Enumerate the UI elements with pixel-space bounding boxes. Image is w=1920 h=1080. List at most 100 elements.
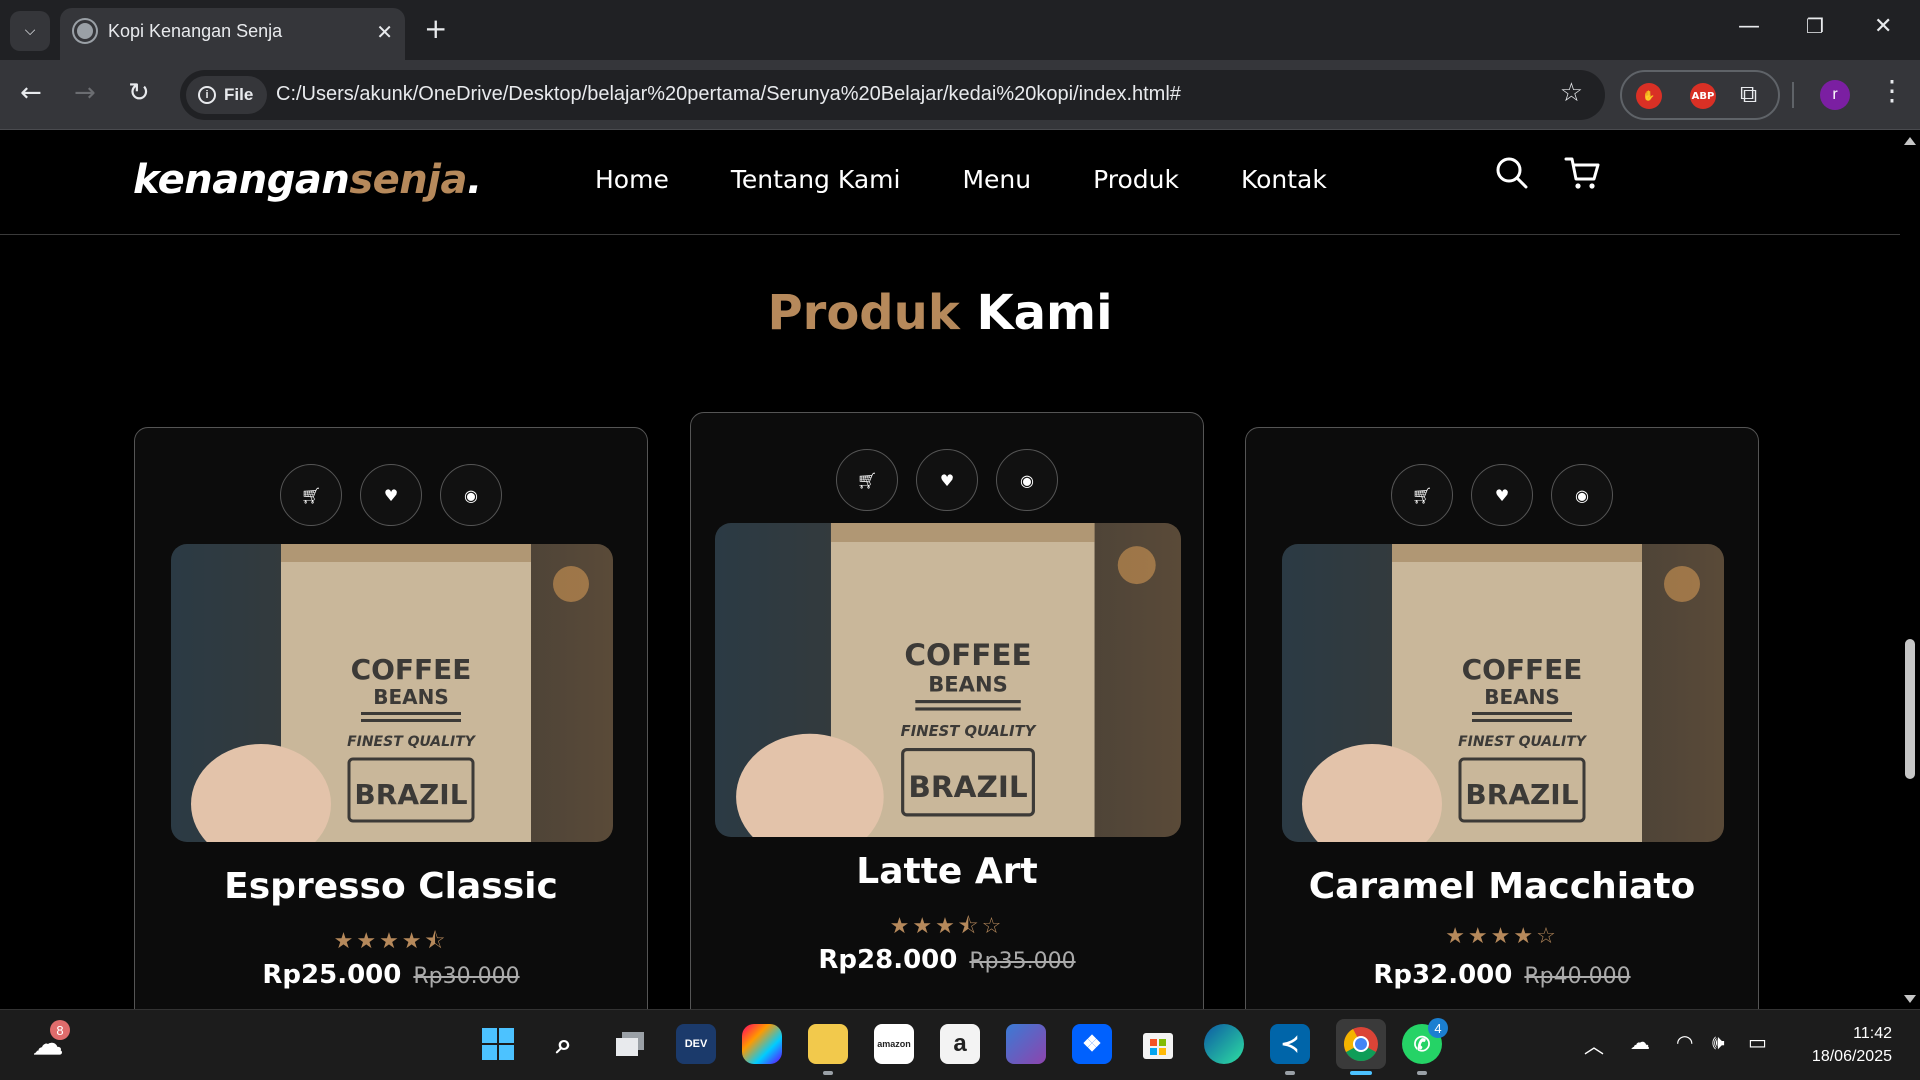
bag-label: COFFEE BEANS FINEST QUALITY BRAZIL (1458, 653, 1588, 823)
amazon-appstore-icon[interactable]: a (940, 1024, 980, 1064)
product-old-price: Rp35.000 (969, 949, 1076, 974)
wifi-icon[interactable]: ◠ (1676, 1030, 1693, 1054)
nav-link-kontak[interactable]: Kontak (1241, 165, 1327, 194)
nav-link-produk[interactable]: Produk (1093, 165, 1179, 194)
shopping-cart-icon[interactable] (1564, 155, 1602, 197)
onedrive-cloud-icon[interactable]: ☁ (1630, 1030, 1650, 1054)
add-to-cart-button[interactable]: 🛒︎ (1391, 464, 1453, 526)
quick-view-button[interactable]: ◉ (1551, 464, 1613, 526)
svg-text:COFFEE: COFFEE (351, 653, 472, 686)
system-clock[interactable]: 11:42 18/06/2025 (1786, 1022, 1892, 1068)
url-text[interactable]: C:/Users/akunk/OneDrive/Desktop/belajar%… (276, 83, 1181, 106)
adblock-plus-icon[interactable]: ABP (1690, 83, 1716, 109)
battery-icon[interactable]: ▭ (1748, 1030, 1767, 1054)
wishlist-button[interactable]: ♥ (360, 464, 422, 526)
scroll-down-arrow-icon[interactable] (1904, 995, 1916, 1003)
adblock-label: ABP (1691, 90, 1715, 102)
edge-icon[interactable] (1204, 1024, 1244, 1064)
info-icon: i (198, 86, 216, 104)
card-actions: 🛒︎ ♥ ◉ (691, 449, 1203, 511)
product-card: 🛒︎ ♥ ◉ COFFEE BEANS FINEST QUALITY BRAZI… (134, 427, 648, 1009)
running-indicator (1417, 1071, 1427, 1075)
product-name: Espresso Classic (224, 866, 558, 907)
product-prices: Rp32.000 Rp40.000 (1246, 960, 1758, 990)
dev-home-icon[interactable]: DEV (676, 1024, 716, 1064)
nav-link-menu[interactable]: Menu (962, 165, 1031, 194)
task-view-icon[interactable] (610, 1024, 650, 1064)
scroll-up-arrow-icon[interactable] (1904, 137, 1916, 145)
toolbar-divider (1792, 82, 1794, 108)
restore-button[interactable]: ❐ (1806, 14, 1824, 38)
back-icon[interactable]: ← (20, 78, 42, 108)
file-explorer-icon[interactable] (808, 1024, 848, 1064)
nav-link-tentang-kami[interactable]: Tentang Kami (731, 165, 901, 194)
bag-label: COFFEE BEANS FINEST QUALITY BRAZIL (347, 653, 477, 823)
product-image: COFFEE BEANS FINEST QUALITY BRAZIL (171, 544, 613, 842)
bookmark-star-icon[interactable]: ☆ (1560, 78, 1583, 108)
power-automate-icon[interactable] (1006, 1024, 1046, 1064)
site-info-chip[interactable]: i File (186, 76, 268, 114)
product-image: COFFEE BEANS FINEST QUALITY BRAZIL (715, 523, 1181, 837)
section-title-accent: Produk (767, 285, 960, 341)
reload-icon[interactable]: ↻ (128, 78, 150, 108)
windows-start-icon[interactable] (478, 1024, 518, 1064)
logo-main: kenangan (133, 157, 350, 203)
copilot-icon[interactable] (742, 1024, 782, 1064)
wishlist-button[interactable]: ♥ (1471, 464, 1533, 526)
active-tab[interactable]: Kopi Kenangan Senja ✕ (60, 8, 405, 60)
bag-label: COFFEE BEANS FINEST QUALITY BRAZIL (901, 638, 1037, 817)
site-logo[interactable]: kenangansenja. (133, 157, 482, 203)
amazon-icon[interactable]: amazon (874, 1024, 914, 1064)
address-bar[interactable]: i File C:/Users/akunk/OneDrive/Desktop/b… (180, 70, 1605, 120)
extensions-group: ✋ ABP ⧉ (1620, 70, 1780, 120)
heart-icon: ♥ (1494, 485, 1510, 505)
nav-link-home[interactable]: Home (595, 165, 669, 194)
add-to-cart-button[interactable]: 🛒︎ (836, 449, 898, 511)
rating-stars: ★★★⯪☆ (889, 914, 1005, 939)
browser-menu-icon[interactable]: ⋮ (1878, 74, 1906, 107)
vscode-icon[interactable]: ≺ (1270, 1024, 1310, 1064)
new-tab-button[interactable]: + (424, 12, 447, 45)
cart-icon: 🛒︎ (856, 470, 878, 490)
logo-dot: . (466, 157, 482, 203)
wishlist-button[interactable]: ♥ (916, 449, 978, 511)
running-indicator (1285, 1071, 1295, 1075)
scroll-thumb[interactable] (1905, 639, 1915, 779)
product-name: Latte Art (856, 851, 1038, 892)
close-window-button[interactable]: ✕ (1874, 14, 1892, 39)
volume-icon[interactable]: 🕪︎ (1712, 1030, 1725, 1054)
search-icon[interactable] (1494, 155, 1530, 195)
profile-avatar[interactable]: r (1820, 80, 1850, 110)
microsoft-store-icon[interactable] (1138, 1024, 1178, 1064)
close-tab-icon[interactable]: ✕ (376, 20, 393, 44)
svg-text:BEANS: BEANS (928, 672, 1008, 697)
dropbox-icon[interactable]: ❖ (1072, 1024, 1112, 1064)
page-scrollbar[interactable] (1900, 131, 1920, 1009)
whatsapp-badge: 4 (1428, 1018, 1448, 1038)
card-actions: 🛒︎ ♥ ◉ (135, 464, 647, 526)
svg-text:COFFEE: COFFEE (904, 638, 1031, 672)
card-actions: 🛒︎ ♥ ◉ (1246, 464, 1758, 526)
extensions-puzzle-icon[interactable]: ⧉ (1740, 80, 1757, 108)
tab-title: Kopi Kenangan Senja (108, 21, 283, 41)
search-taskbar-icon[interactable]: ⌕ (544, 1024, 584, 1064)
quick-view-button[interactable]: ◉ (440, 464, 502, 526)
rating-stars: ★★★★☆ (1445, 924, 1559, 949)
tab-search-dropdown-button[interactable]: ⌵ (10, 11, 50, 51)
minimize-button[interactable]: — (1738, 14, 1760, 39)
quick-view-button[interactable]: ◉ (996, 449, 1058, 511)
browser-tab-bar: ⌵ Kopi Kenangan Senja ✕ + — ❐ ✕ (0, 0, 1920, 60)
svg-text:BEANS: BEANS (373, 685, 449, 709)
clock-time: 11:42 (1853, 1025, 1892, 1042)
product-prices: Rp28.000 Rp35.000 (691, 945, 1203, 975)
product-old-price: Rp30.000 (413, 964, 520, 989)
add-to-cart-button[interactable]: 🛒︎ (280, 464, 342, 526)
hand-stop-extension-icon[interactable]: ✋ (1636, 83, 1662, 109)
forward-icon[interactable]: → (74, 78, 96, 108)
windows-taskbar: ☁ 8 ⌕ DEV amazon a ❖ ≺ ✆ 4 ︿ ☁ ◠ 🕪︎ ▭ 11… (0, 1009, 1920, 1080)
product-name: Caramel Macchiato (1308, 866, 1696, 907)
product-price: Rp32.000 (1373, 960, 1513, 990)
chrome-icon[interactable] (1336, 1019, 1386, 1069)
product-price: Rp25.000 (262, 960, 402, 990)
show-hidden-icons-chevron-icon[interactable]: ︿ (1584, 1030, 1604, 1059)
